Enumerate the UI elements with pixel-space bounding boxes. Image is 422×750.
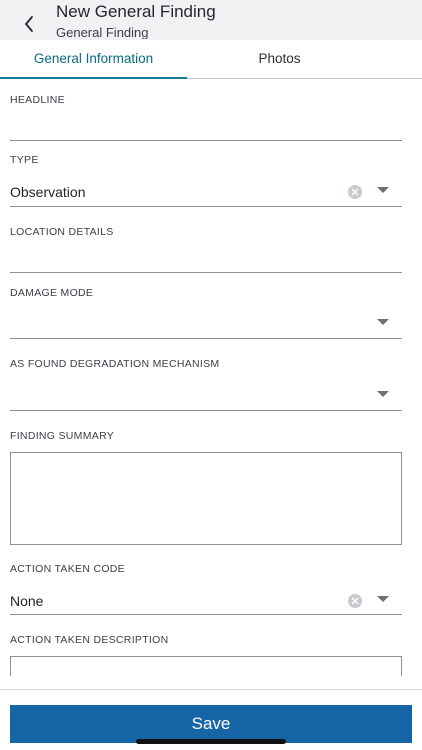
degradation-mechanism-dropdown-caret-icon[interactable] [377, 391, 389, 397]
headline-label: HEADLINE [10, 94, 65, 106]
action-taken-code-clear-icon[interactable] [348, 594, 362, 608]
degradation-mechanism-underline [10, 410, 402, 411]
degradation-mechanism-label: AS FOUND DEGRADATION MECHANISM [10, 358, 220, 370]
type-select[interactable]: Observation [10, 184, 85, 200]
footer-divider [0, 689, 422, 690]
finding-summary-textarea[interactable] [10, 452, 402, 545]
tab-general-information[interactable]: General Information [0, 40, 187, 79]
page-title: New General Finding [56, 2, 216, 21]
tab-bar: General Information Photos [0, 40, 422, 79]
save-button[interactable]: Save [10, 705, 412, 743]
damage-mode-underline [10, 338, 402, 339]
type-underline [10, 206, 402, 207]
action-taken-code-underline [10, 614, 402, 615]
type-dropdown-caret-icon[interactable] [377, 187, 389, 193]
action-taken-code-dropdown-caret-icon[interactable] [377, 596, 389, 602]
action-taken-code-select[interactable]: None [10, 593, 43, 609]
location-details-underline [10, 272, 402, 273]
app-header: New General Finding General Finding [0, 0, 422, 40]
finding-summary-label: FINDING SUMMARY [10, 430, 115, 442]
action-taken-description-label: ACTION TAKEN DESCRIPTION [10, 634, 169, 646]
damage-mode-dropdown-caret-icon[interactable] [377, 319, 389, 325]
location-details-label: LOCATION DETAILS [10, 226, 114, 238]
type-label: TYPE [10, 154, 39, 166]
tab-photos[interactable]: Photos [187, 40, 372, 78]
page-subtitle: General Finding [56, 25, 149, 39]
back-chevron-icon[interactable] [18, 12, 40, 36]
headline-underline [10, 140, 402, 141]
action-taken-description-textarea[interactable] [10, 656, 402, 676]
type-clear-icon[interactable] [348, 185, 362, 199]
action-taken-code-label: ACTION TAKEN CODE [10, 563, 125, 575]
damage-mode-label: DAMAGE MODE [10, 287, 94, 299]
home-indicator [136, 739, 286, 744]
